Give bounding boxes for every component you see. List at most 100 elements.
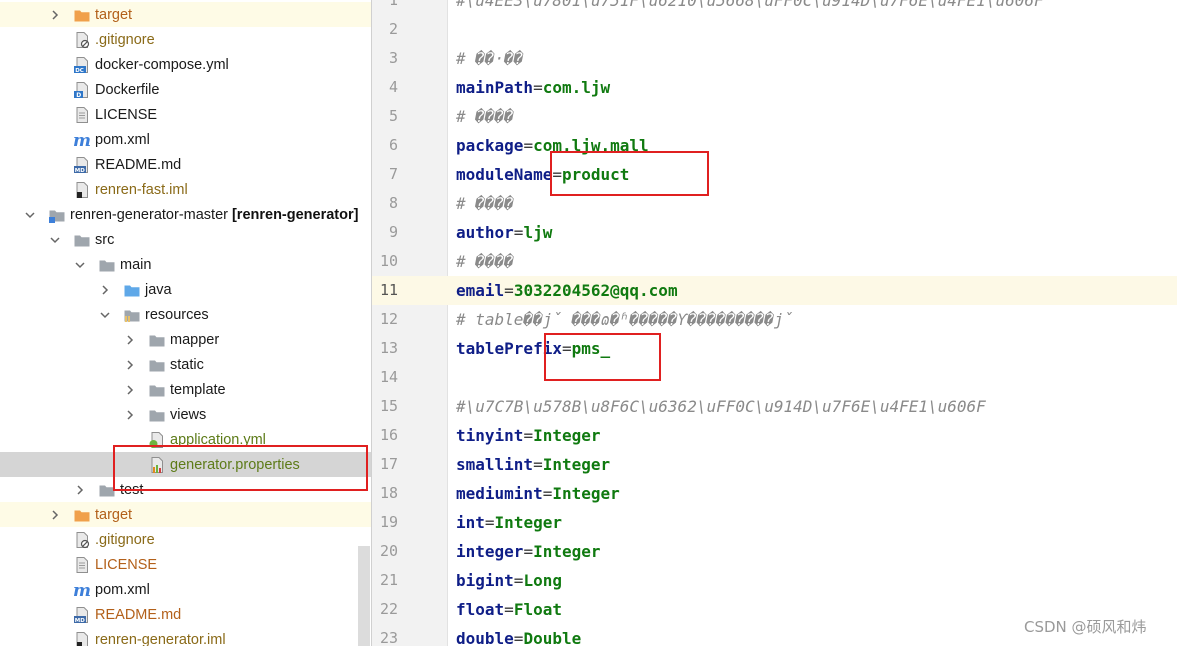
code-line[interactable]: # ���� [456,189,514,218]
tree-item[interactable]: m pom.xml [0,127,372,152]
code-line[interactable]: int=Integer [456,508,562,537]
chevron-right-icon[interactable] [124,334,136,346]
tree-item-text: LICENSE [95,107,157,123]
tree-item-text: .gitignore [95,532,155,548]
code-line[interactable]: # table��ǰ׺ ���ɷ�ʱ�����Ƴ���������ǰ׺ [456,305,793,334]
code-line[interactable]: mainPath=com.ljw [456,73,610,102]
chevron-right-icon[interactable] [124,359,136,371]
tree-item[interactable]: m pom.xml [0,577,372,602]
csdn-watermark: CSDN @硕风和炜 [1024,616,1147,637]
code-line[interactable]: bigint=Long [456,566,562,595]
tree-item-label: target [95,7,132,23]
chevron-down-icon[interactable] [24,209,36,221]
dockerfile-icon: D [73,81,91,99]
tree-item[interactable]: renren-generator-master [renren-generator… [0,202,372,227]
code-line[interactable]: integer=Integer [456,537,601,566]
tree-item[interactable]: target [0,2,372,27]
property-value: ljw [523,223,552,242]
tree-item[interactable]: LICENSE [0,102,372,127]
comment-text: # ���� [456,194,514,213]
code-line[interactable]: #\u4EE3\u7801\u751F\u6210\u5668\uFF0C\u9… [456,0,1044,15]
line-number: 15 [360,392,398,421]
code-line[interactable]: email=3032204562@qq.com [456,276,678,305]
chevron-down-icon[interactable] [49,234,61,246]
code-line[interactable]: author=ljw [456,218,552,247]
tree-item-label: template [170,382,226,398]
code-line[interactable]: # ���� [456,102,514,131]
tree-item[interactable]: main [0,252,372,277]
chevron-right-icon[interactable] [49,9,61,21]
chevron-down-icon[interactable] [99,309,111,321]
folder-icon [73,231,91,249]
chevron-right-icon[interactable] [124,409,136,421]
tree-item-label: mapper [170,332,219,348]
line-number: 2 [360,15,398,44]
property-key: package [456,136,523,155]
property-key: mainPath [456,78,533,97]
tree-item[interactable]: renren-fast.iml [0,177,372,202]
tree-item[interactable]: .gitignore [0,527,372,552]
folder-icon [148,356,166,374]
module-folder-icon [48,206,66,224]
code-line[interactable]: # ��·�� [456,44,523,73]
gitignore-file-icon [73,31,91,49]
module-name-badge: [renren-generator] [232,207,359,223]
comment-text: #\u4EE3\u7801\u751F\u6210\u5668\uFF0C\u9… [456,0,1044,10]
chevron-down-icon[interactable] [74,259,86,271]
svg-text:m: m [73,131,91,149]
property-key: moduleName [456,165,552,184]
line-number: 11 [360,276,398,305]
chevron-right-icon[interactable] [99,284,111,296]
tree-item[interactable]: java [0,277,372,302]
equals-sign: = [514,571,524,590]
equals-sign: = [523,542,533,561]
project-tree: target .gitignore DC docker-compose.yml D Doc… [0,0,372,646]
tree-item-text: mapper [170,332,219,348]
tree-item[interactable]: template [0,377,372,402]
tree-item[interactable]: D Dockerfile [0,77,372,102]
annotation-box-module-name [550,151,709,196]
comment-text: # ���� [456,107,514,126]
tree-item[interactable]: views [0,402,372,427]
chevron-right-icon[interactable] [74,484,86,496]
code-line[interactable]: smallint=Integer [456,450,610,479]
tree-item-text: pom.xml [95,132,150,148]
tree-item[interactable]: src [0,227,372,252]
tree-item[interactable]: resources [0,302,372,327]
tree-item[interactable]: target [0,502,372,527]
tree-item[interactable]: .gitignore [0,27,372,52]
tree-item-text: views [170,407,206,423]
tree-item-text: pom.xml [95,582,150,598]
tree-item[interactable]: mapper [0,327,372,352]
folder-icon [148,406,166,424]
code-line[interactable]: tinyint=Integer [456,421,601,450]
tree-item[interactable]: MD README.md [0,602,372,627]
code-line[interactable]: #\u7C7B\u578B\u8F6C\u6362\uFF0C\u914D\u7… [456,392,986,421]
code-line[interactable]: mediumint=Integer [456,479,620,508]
equals-sign: = [543,484,553,503]
tree-item[interactable]: renren-generator.iml [0,627,372,646]
equals-sign: = [533,78,543,97]
property-key: smallint [456,455,533,474]
tree-item-text: main [120,257,151,273]
tree-item[interactable]: LICENSE [0,552,372,577]
line-number: 12 [360,305,398,334]
line-number: 7 [360,160,398,189]
code-line[interactable]: # ���� [456,247,514,276]
property-key: author [456,223,514,242]
svg-text:D: D [76,92,81,99]
line-number: 3 [360,44,398,73]
line-number: 6 [360,131,398,160]
chevron-right-icon[interactable] [49,509,61,521]
svg-text:m: m [73,581,91,599]
code-line[interactable]: float=Float [456,595,562,624]
chevron-right-icon[interactable] [124,384,136,396]
property-value: Integer [533,426,600,445]
comment-text: # ��·�� [456,49,523,68]
docker-compose-file-icon: DC [73,56,91,74]
tree-item[interactable]: static [0,352,372,377]
equals-sign: = [523,426,533,445]
code-line[interactable]: double=Double [456,624,581,646]
tree-item[interactable]: MD README.md [0,152,372,177]
tree-item[interactable]: DC docker-compose.yml [0,52,372,77]
